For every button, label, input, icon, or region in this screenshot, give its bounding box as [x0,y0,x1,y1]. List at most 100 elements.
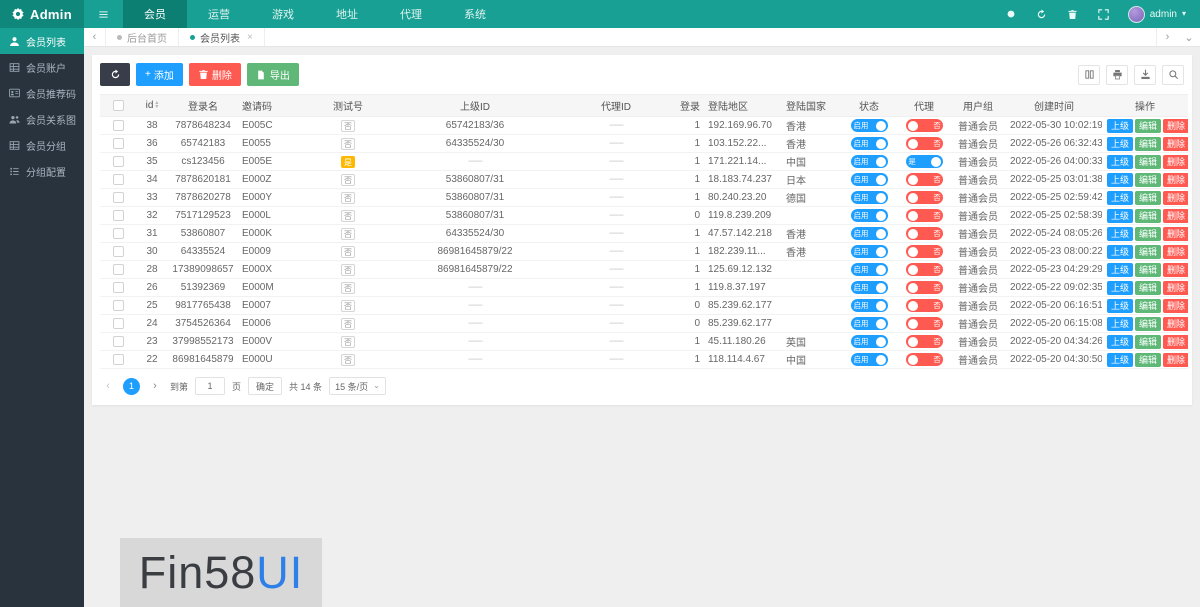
toggle-off[interactable]: 否 [905,209,943,222]
delete-row-button[interactable]: 删除 [1163,136,1188,151]
nav-item-系统[interactable]: 系统 [443,0,507,28]
trash-icon[interactable] [1066,7,1080,21]
delete-row-button[interactable]: 删除 [1163,316,1188,331]
sort-icon[interactable]: ▴ ▾ [155,100,158,110]
parent-button[interactable]: 上级 [1107,262,1134,277]
toggle-off[interactable]: 否 [905,317,943,330]
toggle-on[interactable]: 启用 [850,317,888,330]
row-checkbox[interactable] [112,155,124,167]
toggle-on[interactable]: 启用 [850,191,888,204]
toggle-on[interactable]: 启用 [850,209,888,222]
row-checkbox[interactable] [112,209,124,221]
tab-后台首页[interactable]: 后台首页 [106,28,179,46]
toggle-off[interactable]: 否 [905,227,943,240]
toggle-on[interactable]: 启用 [850,137,888,150]
parent-button[interactable]: 上级 [1107,118,1134,133]
parent-button[interactable]: 上级 [1107,352,1134,367]
edit-button[interactable]: 编辑 [1135,244,1162,259]
parent-button[interactable]: 上级 [1107,280,1134,295]
delete-row-button[interactable]: 删除 [1163,334,1188,349]
dot-icon[interactable] [1004,7,1018,21]
nav-item-游戏[interactable]: 游戏 [251,0,315,28]
toggle-on[interactable]: 是 [905,155,943,168]
close-icon[interactable]: × [247,32,253,43]
tabs-scroll-right[interactable]: › [1156,28,1178,46]
toggle-on[interactable]: 启用 [850,335,888,348]
toggle-off[interactable]: 否 [905,263,943,276]
toggle-on[interactable]: 启用 [850,299,888,312]
toggle-off[interactable]: 否 [905,119,943,132]
edit-button[interactable]: 编辑 [1135,262,1162,277]
parent-button[interactable]: 上级 [1107,298,1134,313]
toggle-on[interactable]: 启用 [850,227,888,240]
toggle-on[interactable]: 启用 [850,155,888,168]
parent-button[interactable]: 上级 [1107,226,1134,241]
row-checkbox[interactable] [112,119,124,131]
row-checkbox[interactable] [112,173,124,185]
edit-button[interactable]: 编辑 [1135,298,1162,313]
tabs-menu-caret[interactable]: ⌄ [1178,28,1200,46]
parent-button[interactable]: 上级 [1107,136,1134,151]
nav-item-运营[interactable]: 运营 [187,0,251,28]
sidebar-item-会员账户[interactable]: 会员账户 [0,54,84,80]
parent-button[interactable]: 上级 [1107,190,1134,205]
sidebar-item-会员分组[interactable]: 会员分组 [0,132,84,158]
export-tool-button[interactable] [1134,64,1156,85]
row-checkbox[interactable] [112,227,124,239]
delete-row-button[interactable]: 删除 [1163,118,1188,133]
row-checkbox[interactable] [112,317,124,329]
tabs-scroll-left[interactable]: ‹ [84,28,106,46]
delete-row-button[interactable]: 删除 [1163,262,1188,277]
toggle-off[interactable]: 否 [905,281,943,294]
delete-button[interactable]: 删除 [188,63,241,86]
edit-button[interactable]: 编辑 [1135,280,1162,295]
toggle-off[interactable]: 否 [905,335,943,348]
delete-row-button[interactable]: 删除 [1163,226,1188,241]
print-tool-button[interactable] [1106,64,1128,85]
refresh-button[interactable] [100,63,130,86]
row-checkbox[interactable] [112,245,124,257]
page-size-select[interactable]: 15 条/页 ⌄ [329,377,386,395]
toggle-on[interactable]: 启用 [850,353,888,366]
toggle-on[interactable]: 启用 [850,281,888,294]
parent-button[interactable]: 上级 [1107,172,1134,187]
row-checkbox[interactable] [112,299,124,311]
nav-item-会员[interactable]: 会员 [123,0,187,28]
page-prev-button[interactable]: ‹ [100,380,116,392]
add-button[interactable]: + 添加 [136,63,183,86]
row-checkbox[interactable] [112,137,124,149]
edit-button[interactable]: 编辑 [1135,226,1162,241]
sidebar-item-会员列表[interactable]: 会员列表 [0,28,84,54]
toggle-off[interactable]: 否 [905,299,943,312]
user-menu[interactable]: admin ▾ [1127,5,1186,23]
tab-会员列表[interactable]: 会员列表 × [179,28,265,46]
row-checkbox[interactable] [112,281,124,293]
delete-row-button[interactable]: 删除 [1163,280,1188,295]
edit-button[interactable]: 编辑 [1135,352,1162,367]
edit-button[interactable]: 编辑 [1135,334,1162,349]
toggle-off[interactable]: 否 [905,173,943,186]
delete-row-button[interactable]: 删除 [1163,244,1188,259]
page-next-button[interactable]: › [147,380,163,392]
delete-row-button[interactable]: 删除 [1163,154,1188,169]
toggle-on[interactable]: 启用 [850,263,888,276]
search-tool-button[interactable] [1162,64,1184,85]
edit-button[interactable]: 编辑 [1135,136,1162,151]
row-checkbox[interactable] [112,263,124,275]
row-checkbox[interactable] [112,353,124,365]
nav-item-代理[interactable]: 代理 [379,0,443,28]
export-button[interactable]: 导出 [246,63,299,86]
edit-button[interactable]: 编辑 [1135,118,1162,133]
toggle-on[interactable]: 启用 [850,119,888,132]
toggle-off[interactable]: 否 [905,245,943,258]
edit-button[interactable]: 编辑 [1135,190,1162,205]
delete-row-button[interactable]: 删除 [1163,208,1188,223]
delete-row-button[interactable]: 删除 [1163,190,1188,205]
toggle-on[interactable]: 启用 [850,173,888,186]
goto-page-input[interactable] [195,377,226,395]
parent-button[interactable]: 上级 [1107,208,1134,223]
delete-row-button[interactable]: 删除 [1163,172,1188,187]
parent-button[interactable]: 上级 [1107,334,1134,349]
row-checkbox[interactable] [112,191,124,203]
toggle-off[interactable]: 否 [905,137,943,150]
